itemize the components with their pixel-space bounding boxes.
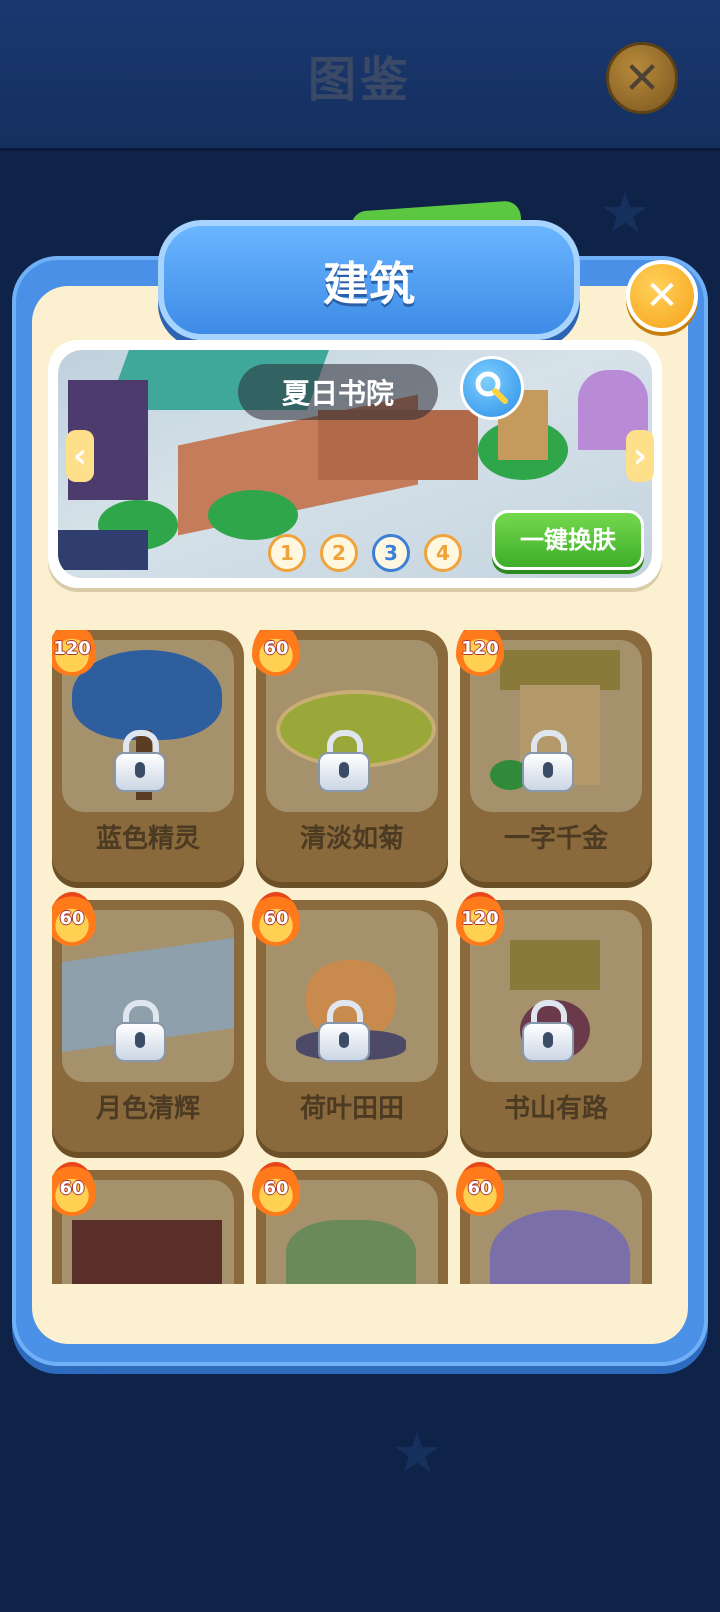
item-name: 荷叶田田	[299, 1094, 404, 1124]
background-star: ★	[600, 181, 651, 246]
page-dot-active[interactable]: 3	[372, 534, 410, 572]
page-dot[interactable]: 1	[268, 534, 306, 572]
fire-cost-badge: 60	[456, 1162, 504, 1216]
item-name: 蓝色精灵	[95, 824, 200, 854]
item-cost: 60	[467, 1178, 493, 1199]
item-cost: 60	[263, 1178, 289, 1199]
item-card[interactable]: 60 清淡如菊	[252, 630, 448, 882]
item-name: 书山有路	[503, 1094, 608, 1124]
banner-title: 夏日书院	[281, 377, 394, 410]
item-card[interactable]: 60	[252, 1162, 448, 1284]
banner-prev-button[interactable]: ‹	[66, 430, 94, 482]
item-cost: 60	[263, 908, 289, 929]
one-click-skin-button[interactable]: 一键换肤	[492, 510, 644, 570]
fire-cost-badge: 60	[252, 892, 300, 946]
fire-cost-badge: 60	[52, 892, 96, 946]
background-star: ★	[392, 1421, 443, 1486]
item-card[interactable]: 60 月色清辉	[52, 892, 244, 1152]
fire-cost-badge: 120	[52, 630, 96, 676]
close-icon: ✕	[645, 273, 679, 319]
item-cost: 60	[59, 1178, 85, 1199]
page-dot[interactable]: 2	[320, 534, 358, 572]
item-cost: 60	[59, 908, 85, 929]
item-card[interactable]: 120 书山有路	[456, 892, 652, 1152]
fire-cost-badge: 60	[252, 1162, 300, 1216]
item-cost: 120	[53, 638, 91, 659]
item-cost: 120	[461, 908, 499, 929]
lock-icon	[522, 730, 574, 792]
item-card[interactable]: 60 荷叶田田	[252, 892, 448, 1152]
item-cost: 120	[461, 638, 499, 659]
lock-icon	[318, 730, 370, 792]
item-cost: 60	[263, 638, 289, 659]
fire-cost-badge: 60	[52, 1162, 96, 1216]
chevron-left-icon: ‹	[72, 436, 87, 476]
top-header: 图鉴 ✕	[0, 0, 720, 151]
chevron-right-icon: ›	[632, 436, 647, 476]
close-icon: ✕	[623, 52, 661, 104]
item-card[interactable]: 120 一字千金	[456, 630, 652, 882]
item-name: 清淡如菊	[299, 824, 404, 854]
item-card[interactable]: 60	[52, 1162, 244, 1284]
banner-pagination: 1 2 3 4	[268, 534, 462, 572]
banner-next-button[interactable]: ›	[626, 430, 654, 482]
item-grid: 120 蓝色精灵 60 清淡如菊 120 一字千金 60 月色清辉 60 荷叶田…	[52, 630, 672, 1284]
fire-cost-badge: 120	[456, 892, 504, 946]
item-name: 一字千金	[503, 824, 608, 854]
lock-icon	[114, 730, 166, 792]
lock-icon	[114, 1000, 166, 1062]
item-name: 月色清辉	[95, 1094, 200, 1124]
item-card[interactable]: 120 蓝色精灵	[52, 630, 244, 882]
page-dot[interactable]: 4	[424, 534, 462, 572]
category-title: 建筑	[323, 257, 415, 311]
lock-icon	[318, 1000, 370, 1062]
panel-close-button[interactable]: ✕	[626, 260, 698, 332]
search-icon	[475, 371, 508, 404]
search-button[interactable]	[460, 356, 524, 420]
top-close-button[interactable]: ✕	[606, 42, 678, 114]
fire-cost-badge: 120	[456, 630, 504, 676]
item-card[interactable]: 60	[456, 1162, 652, 1284]
lock-icon	[522, 1000, 574, 1062]
category-ribbon: 建筑	[158, 220, 580, 340]
fire-cost-badge: 60	[252, 630, 300, 676]
